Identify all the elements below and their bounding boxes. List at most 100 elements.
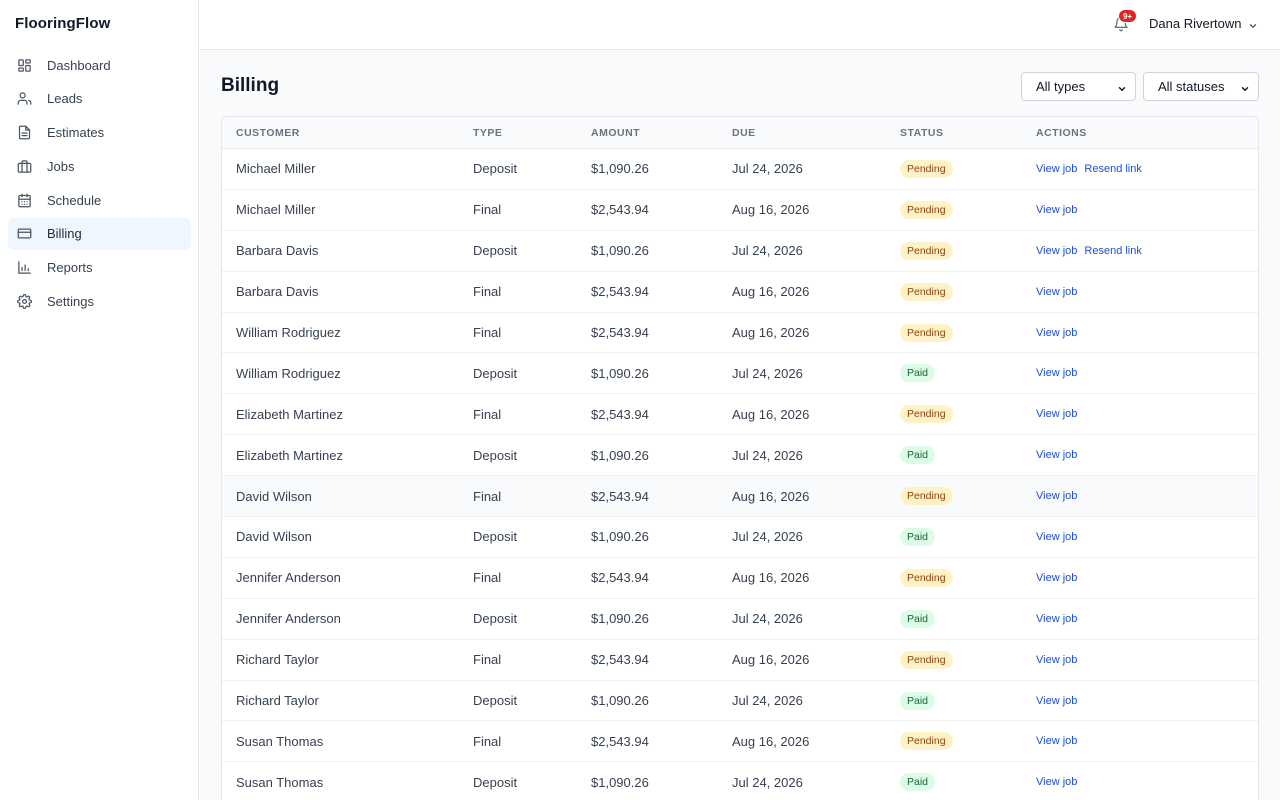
user-menu[interactable]: Dana Rivertown	[1149, 16, 1258, 31]
due-date-cell: Aug 16, 2026	[732, 202, 810, 218]
view-job-link[interactable]: View job	[1036, 695, 1077, 707]
status-cell: Pending	[900, 487, 1036, 506]
actions-cell: View job	[1036, 490, 1258, 502]
amount-cell: $2,543.94	[591, 202, 649, 218]
sidebar-item-schedule[interactable]: Schedule	[8, 184, 191, 216]
view-job-link[interactable]: View job	[1036, 449, 1077, 461]
chevron-down-icon	[1248, 19, 1258, 29]
view-job-link[interactable]: View job	[1036, 572, 1077, 584]
sidebar-item-label: Settings	[47, 294, 94, 310]
status-badge: Pending	[900, 159, 953, 178]
sidebar-item-estimates[interactable]: Estimates	[8, 117, 191, 149]
sidebar-item-billing[interactable]: Billing	[8, 217, 191, 250]
view-job-link[interactable]: View job	[1036, 735, 1077, 747]
sidebar-item-label: Jobs	[47, 158, 75, 174]
view-job-link[interactable]: View job	[1036, 327, 1077, 339]
column-header-amount: Amount	[591, 126, 641, 139]
customer-cell: Susan Thomas	[236, 733, 324, 749]
table-header: Customer Type Amount Due Status Actions	[222, 117, 1258, 149]
status-badge: Pending	[900, 650, 953, 669]
amount-cell: $1,090.26	[591, 611, 649, 627]
type-cell: Deposit	[473, 529, 518, 545]
page-title: Billing	[221, 75, 280, 96]
type-cell: Final	[473, 202, 502, 218]
view-job-link[interactable]: View job	[1036, 490, 1077, 502]
column-header-type: Type	[473, 126, 503, 139]
status-badge: Pending	[900, 241, 953, 260]
due-date-cell: Aug 16, 2026	[732, 652, 810, 668]
actions-cell: View job	[1036, 531, 1258, 543]
table-row: Barbara Davis Deposit $1,090.26 Jul 24, 202…	[222, 231, 1258, 272]
actions-cell: View job	[1036, 449, 1258, 461]
view-job-link[interactable]: View job	[1036, 163, 1077, 175]
table-row: Jennifer Anderson Deposit $1,090.26 Jul 24,…	[222, 599, 1258, 640]
due-date-cell: Jul 24, 2026	[732, 693, 803, 709]
document-icon	[16, 125, 32, 141]
amount-cell: $1,090.26	[591, 529, 649, 545]
sidebar-item-jobs[interactable]: Jobs	[8, 150, 191, 182]
view-job-link[interactable]: View job	[1036, 245, 1077, 257]
billing-table: Customer Type Amount Due Status Actions …	[221, 116, 1259, 800]
sidebar-item-label: Billing	[47, 226, 82, 242]
due-date-cell: Jul 24, 2026	[732, 243, 803, 259]
type-cell: Deposit	[473, 774, 518, 790]
customer-cell: Michael Miller	[236, 202, 316, 218]
type-cell: Final	[473, 652, 502, 668]
status-cell: Paid	[900, 609, 1036, 628]
sidebar-item-settings[interactable]: Settings	[8, 286, 191, 318]
status-badge: Paid	[900, 527, 936, 546]
status-badge: Paid	[900, 691, 936, 710]
status-cell: Pending	[900, 568, 1036, 587]
view-job-link[interactable]: View job	[1036, 204, 1077, 216]
table-row: Michael Miller Deposit $1,090.26 Jul 24, 20…	[222, 149, 1258, 190]
actions-cell: View job	[1036, 572, 1258, 584]
view-job-link[interactable]: View job	[1036, 408, 1077, 420]
sidebar-item-leads[interactable]: Leads	[8, 83, 191, 115]
resend-link-link[interactable]: Resend link	[1084, 163, 1141, 175]
status-cell: Pending	[900, 650, 1036, 669]
status-badge: Paid	[900, 609, 936, 628]
resend-link-link[interactable]: Resend link	[1084, 245, 1141, 257]
view-job-link[interactable]: View job	[1036, 531, 1077, 543]
customer-cell: Susan Thomas	[236, 774, 324, 790]
column-header-due: Due	[732, 126, 756, 139]
type-filter-select[interactable]: All types	[1021, 72, 1136, 101]
view-job-link[interactable]: View job	[1036, 286, 1077, 298]
table-row: Richard Taylor Final $2,543.94 Aug 16, 2026…	[222, 640, 1258, 681]
sidebar-item-reports[interactable]: Reports	[8, 252, 191, 284]
type-cell: Deposit	[473, 611, 518, 627]
due-date-cell: Jul 24, 2026	[732, 774, 803, 790]
status-cell: Pending	[900, 405, 1036, 424]
status-cell: Paid	[900, 446, 1036, 465]
view-job-link[interactable]: View job	[1036, 776, 1077, 788]
type-cell: Deposit	[473, 693, 518, 709]
type-filter-value: All types	[1036, 79, 1086, 94]
type-cell: Final	[473, 284, 502, 300]
table-row: William Rodriguez Final $2,543.94 Aug 16, 2…	[222, 313, 1258, 354]
status-cell: Pending	[900, 732, 1036, 751]
view-job-link[interactable]: View job	[1036, 613, 1077, 625]
due-date-cell: Jul 24, 2026	[732, 611, 803, 627]
view-job-link[interactable]: View job	[1036, 367, 1077, 379]
app-logo[interactable]: FlooringFlow	[15, 15, 110, 32]
customer-cell: David Wilson	[236, 488, 312, 504]
customer-cell: William Rodriguez	[236, 325, 341, 340]
status-badge: Pending	[900, 732, 953, 751]
sidebar-nav: Dashboard Leads Estimates Jobs Schedule Billi…	[8, 49, 191, 319]
type-cell: Final	[473, 733, 502, 749]
due-date-cell: Jul 24, 2026	[732, 365, 803, 381]
type-cell: Deposit	[473, 161, 518, 177]
column-header-customer: Customer	[236, 126, 300, 139]
sidebar-item-dashboard[interactable]: Dashboard	[8, 49, 191, 81]
table-row: Elizabeth Martinez Deposit $1,090.26 Jul 24…	[222, 435, 1258, 477]
status-badge: Pending	[900, 323, 953, 342]
status-filter-select[interactable]: All statuses	[1143, 72, 1259, 101]
status-filter-value: All statuses	[1158, 79, 1225, 94]
amount-cell: $2,543.94	[591, 488, 649, 504]
notification-badge: 9+	[1118, 9, 1137, 23]
table-row: Michael Miller Final $2,543.94 Aug 16, 2026…	[222, 190, 1258, 231]
status-badge: Pending	[900, 568, 953, 587]
view-job-link[interactable]: View job	[1036, 654, 1077, 666]
user-name: Dana Rivertown	[1149, 16, 1242, 31]
type-cell: Final	[473, 488, 502, 504]
